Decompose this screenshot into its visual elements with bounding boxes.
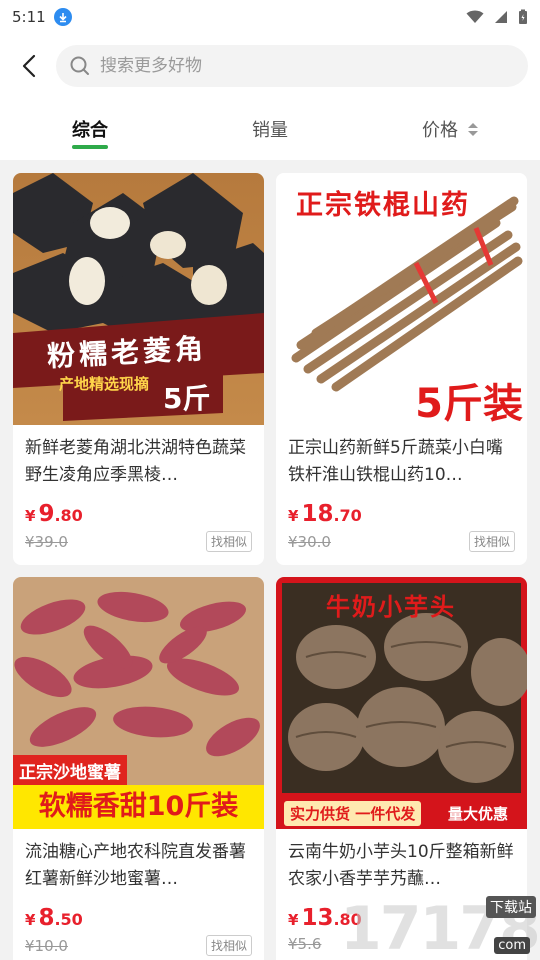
tab-sales[interactable]: 销量 (180, 98, 360, 160)
original-price: ¥10.0 (25, 936, 68, 955)
original-price: ¥5.6 (288, 935, 322, 953)
product-image: 粉糯老菱角 产地精选现摘 5斤 (13, 173, 264, 425)
original-price: ¥30.0 (288, 532, 331, 551)
image-headline: 正宗铁棍山药 (296, 190, 470, 221)
product-image: 正宗沙地蜜薯 软糯香甜10斤装 (13, 577, 264, 829)
tab-price[interactable]: 价格 (360, 98, 540, 160)
find-similar-button[interactable]: 找相似 (468, 531, 515, 552)
search-icon (70, 56, 89, 75)
product-title: 云南牛奶小芋头10斤整箱新鲜农家小香芋芋艿蘸… (288, 842, 514, 889)
sort-arrows-icon (468, 122, 478, 136)
site-watermark: 17178 下载站 com (340, 894, 540, 960)
image-weight: 5斤装 (415, 381, 523, 425)
product-title: 新鲜老菱角湖北洪湖特色蔬菜野生凌角应季黑棱… (25, 438, 246, 485)
search-input[interactable] (100, 56, 514, 76)
product-image: 正宗铁棍山药 5斤装 (276, 173, 527, 425)
wifi-icon (466, 10, 484, 23)
sort-tabs: 综合 销量 价格 (0, 98, 540, 160)
product-price: ¥ 9 .80 (25, 501, 83, 527)
watermark-logo: com (494, 937, 530, 954)
product-card[interactable]: 粉糯老菱角 产地精选现摘 5斤 新鲜老菱角湖北洪湖特色蔬菜野生凌角应季黑棱… ¥… (13, 173, 264, 565)
product-price: ¥ 18 .70 (288, 501, 362, 527)
product-card[interactable]: 正宗沙地蜜薯 软糯香甜10斤装 流油糖心产地农科院直发番薯红薯新鲜沙地蜜薯… ¥… (13, 577, 264, 960)
image-headline: 软糯香甜10斤装 (13, 785, 264, 829)
image-tag: 正宗沙地蜜薯 (13, 755, 127, 786)
top-bar (0, 34, 540, 98)
image-bottom-left: 实力供货 一件代发 (284, 801, 422, 826)
image-headline: 粉糯老菱角 (46, 331, 208, 374)
product-image: 牛奶小芋头 实力供货 一件代发 量大优惠 (276, 577, 527, 829)
image-bottom-right: 量大优惠 (448, 805, 509, 823)
product-title: 正宗山药新鲜5斤蔬菜小白嘴铁杆淮山铁棍山药10… (288, 438, 503, 485)
signal-icon (495, 11, 507, 23)
find-similar-button[interactable]: 找相似 (205, 935, 252, 956)
watermark-label: 下载站 (486, 896, 536, 918)
tab-comprehensive[interactable]: 综合 (0, 98, 180, 160)
back-button[interactable] (16, 46, 42, 86)
image-headline: 牛奶小芋头 (326, 593, 456, 621)
product-card[interactable]: 正宗铁棍山药 5斤装 正宗山药新鲜5斤蔬菜小白嘴铁杆淮山铁棍山药10… ¥ 18… (276, 173, 527, 565)
chevron-left-icon (22, 54, 36, 78)
product-grid: 粉糯老菱角 产地精选现摘 5斤 新鲜老菱角湖北洪湖特色蔬菜野生凌角应季黑棱… ¥… (0, 160, 540, 960)
original-price: ¥39.0 (25, 532, 68, 551)
download-icon (53, 8, 72, 26)
image-subline: 产地精选现摘 (59, 375, 150, 393)
product-price: ¥ 8 .50 (25, 905, 83, 931)
search-box[interactable] (56, 45, 528, 87)
status-bar: 5:11 (0, 0, 540, 34)
battery-icon (519, 9, 527, 24)
image-weight: 5斤 (163, 382, 211, 415)
status-time: 5:11 (12, 8, 46, 26)
product-title: 流油糖心产地农科院直发番薯红薯新鲜沙地蜜薯… (25, 842, 246, 889)
find-similar-button[interactable]: 找相似 (205, 531, 252, 552)
